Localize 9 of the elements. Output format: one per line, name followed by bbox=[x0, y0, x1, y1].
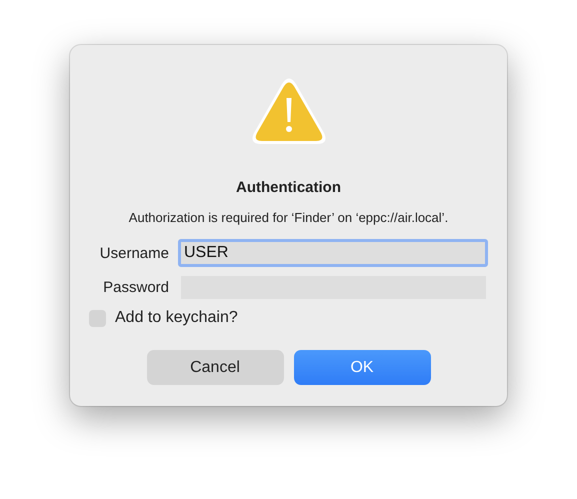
checkbox[interactable] bbox=[89, 310, 106, 326]
dialog-message: Authorization is required for ‘Finder’ on ‘eppc://air.local’. bbox=[128, 210, 450, 226]
input-field[interactable]: USER bbox=[178, 239, 488, 267]
cancel-button[interactable]: Cancel bbox=[146, 350, 284, 385]
checkbox-label: Add to keychain? bbox=[115, 309, 238, 327]
field-label: Username bbox=[98, 244, 169, 262]
field-label: Password bbox=[102, 279, 169, 296]
warning-icon bbox=[250, 78, 326, 146]
dialog-title: Authentication bbox=[235, 179, 342, 197]
